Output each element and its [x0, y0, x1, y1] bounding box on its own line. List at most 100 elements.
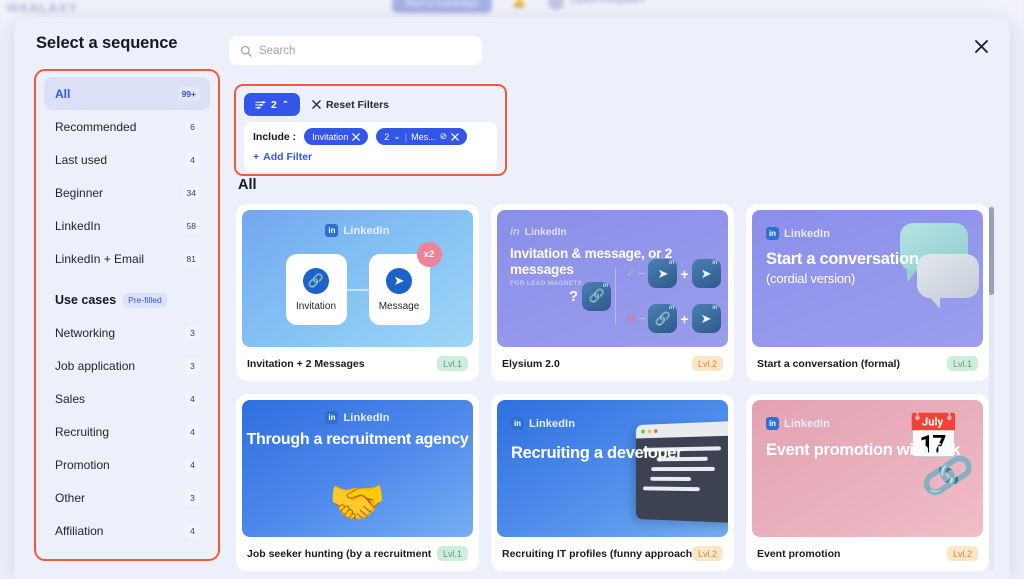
sequence-card-recruiting-developer[interactable]: in LinkedIn Recruiting a developer Recru… [491, 394, 734, 571]
card-title: Invitation + 2 Messages [247, 357, 365, 370]
sidebar-item-promotion[interactable]: Promotion 4 [44, 448, 210, 481]
close-icon[interactable] [451, 132, 459, 141]
card-subheadline: (cordial version) [766, 271, 856, 287]
sequence-card-start-conversation[interactable]: in LinkedIn Start a conversation (cordia… [746, 204, 989, 381]
linkedin-icon: in [325, 224, 339, 237]
link-tile-icon: 🔗 in [582, 281, 612, 311]
node-invitation: 🔗 Invitation [285, 254, 347, 325]
search-input[interactable]: Search [229, 36, 482, 65]
node-label: Message [378, 300, 420, 312]
filter-chip-label: Invitation [312, 131, 349, 142]
sequence-card-event-promotion[interactable]: 📅 🔗 in LinkedIn Event promotion with lin… [746, 394, 989, 571]
reset-filters-label: Reset Filters [325, 98, 389, 111]
sidebar-item-label: Job application [55, 358, 136, 373]
filter-toggle-button[interactable]: 2 ⌃ [244, 93, 300, 116]
sidebar-item-recruiting[interactable]: Recruiting 4 [44, 415, 210, 448]
sidebar-item-job-application[interactable]: Job application 3 [44, 349, 210, 382]
sidebar-item-networking[interactable]: Networking 3 [44, 316, 210, 349]
card-title: Start a conversation (formal) [757, 357, 900, 370]
sidebar-item-count: 4 [185, 152, 200, 167]
sidebar-item-label: Sales [55, 391, 86, 406]
block-icon[interactable]: ⊘ [440, 131, 448, 142]
card-artwork: in LinkedIn Start a conversation (cordia… [752, 210, 983, 347]
sidebar-item-linkedin-email[interactable]: LinkedIn + Email 81 [44, 242, 210, 275]
check-icon: ✓ [626, 268, 636, 280]
close-button[interactable] [968, 33, 994, 59]
sidebar-item-label: Other [55, 490, 86, 505]
level-badge: Lvl.2 [946, 546, 978, 561]
sidebar-item-label: LinkedIn [55, 218, 101, 233]
linkedin-icon: in [766, 227, 779, 240]
card-title: Recruiting IT profiles (funny approach) [502, 547, 692, 560]
level-badge: Lvl.2 [691, 356, 723, 371]
sidebar-item-count: 3 [185, 358, 200, 373]
sidebar-item-label: Recommended [55, 119, 137, 134]
message-tile-icon: ➤ in [648, 259, 678, 288]
sidebar-item-affiliation[interactable]: Affiliation 4 [44, 514, 210, 547]
filter-chip-label: Mes... [411, 131, 436, 142]
include-label: Include : [253, 130, 297, 143]
add-filter-button[interactable]: + Add Filter [253, 151, 312, 163]
message-tile-icon: ➤ in [691, 304, 721, 333]
bell-icon: 🔔 [512, 0, 526, 8]
background-logo: WAALAXY [6, 0, 78, 15]
sidebar-item-last-used[interactable]: Last used 4 [44, 143, 210, 176]
sidebar-item-count: 4 [185, 391, 200, 406]
background-user-name: Laura Poujade [570, 0, 639, 6]
brand-label: LinkedIn [524, 226, 567, 238]
sidebar-item-beginner[interactable]: Beginner 34 [44, 176, 210, 209]
avatar [548, 0, 564, 10]
card-headline: Event promotion with link [766, 441, 961, 459]
chip-separator: | [404, 131, 408, 142]
sidebar-item-linkedin[interactable]: LinkedIn 58 [44, 209, 210, 242]
sidebar-item-label: Beginner [55, 185, 104, 200]
pre-filled-badge: Pre-filled [123, 292, 167, 308]
sidebar-item-sales[interactable]: Sales 4 [44, 382, 210, 415]
link-icon: 🔗 [303, 267, 329, 294]
level-badge: Lvl.1 [436, 356, 468, 371]
sidebar-item-label: Recruiting [55, 424, 110, 439]
card-title: Elysium 2.0 [502, 357, 560, 370]
link-tile-icon: 🔗 in [648, 304, 678, 333]
level-badge: Lvl.1 [436, 546, 468, 561]
block-icon: ⊘ [626, 313, 636, 325]
filter-count: 2 [271, 98, 277, 111]
brand-label: LinkedIn [784, 227, 831, 240]
close-icon[interactable] [352, 132, 361, 141]
reset-filters-button[interactable]: Reset Filters [312, 99, 389, 111]
sidebar-item-count: 81 [182, 251, 200, 266]
sequence-card-invitation-2-messages[interactable]: in LinkedIn 🔗 Invitation ➤ Message x2 In… [236, 204, 479, 381]
multiplier-badge: x2 [416, 242, 442, 267]
card-artwork: in LinkedIn Invitation & message, or 2 m… [497, 210, 728, 347]
sidebar-item-label: Affiliation [55, 523, 104, 538]
linkedin-icon: in [510, 226, 520, 238]
brand-label: LinkedIn [343, 411, 390, 424]
sequence-list: All in LinkedIn 🔗 Invitation ➤ Message x… [236, 177, 1000, 579]
question-mark: ? [569, 287, 579, 305]
chevron-down-icon[interactable]: ⌄ [393, 131, 401, 142]
sidebar-item-recommended[interactable]: Recommended 6 [44, 110, 210, 143]
sidebar-item-all[interactable]: All 99+ [44, 77, 210, 110]
sequence-card-elysium[interactable]: in LinkedIn Invitation & message, or 2 m… [491, 204, 734, 381]
chevron-down-icon: ▾ [640, 0, 645, 5]
plus-sign: + [680, 310, 689, 327]
use-cases-heading: Use cases Pre-filled [44, 290, 210, 310]
filter-chip-invitation[interactable]: Invitation [304, 128, 369, 145]
branch-bracket [615, 268, 622, 324]
branch-dash [638, 317, 646, 320]
sidebar-item-label: Promotion [55, 457, 110, 472]
brand-label: LinkedIn [784, 417, 831, 430]
filter-chip-messages[interactable]: 2 ⌄ | Mes... ⊘ [376, 128, 468, 145]
filter-sliders-icon [255, 100, 266, 109]
sidebar-item-label: LinkedIn + Email [55, 251, 145, 266]
sequence-card-recruitment-agency[interactable]: in LinkedIn Through a recruitment agency… [236, 394, 479, 571]
close-icon [312, 100, 321, 109]
background-start-campaign-button: Start a Campaign [392, 0, 492, 13]
linkedin-icon: in [511, 417, 524, 430]
sidebar-item-other[interactable]: Other 3 [44, 481, 210, 514]
filter-panel: 2 ⌃ Reset Filters Include : Invitation 2… [234, 84, 507, 176]
brand-label: LinkedIn [343, 224, 390, 237]
page-title: Select a sequence [36, 34, 178, 52]
select-sequence-modal: Select a sequence Search All 99+ Recomme… [14, 17, 1010, 579]
scrollbar-thumb[interactable] [989, 207, 994, 295]
